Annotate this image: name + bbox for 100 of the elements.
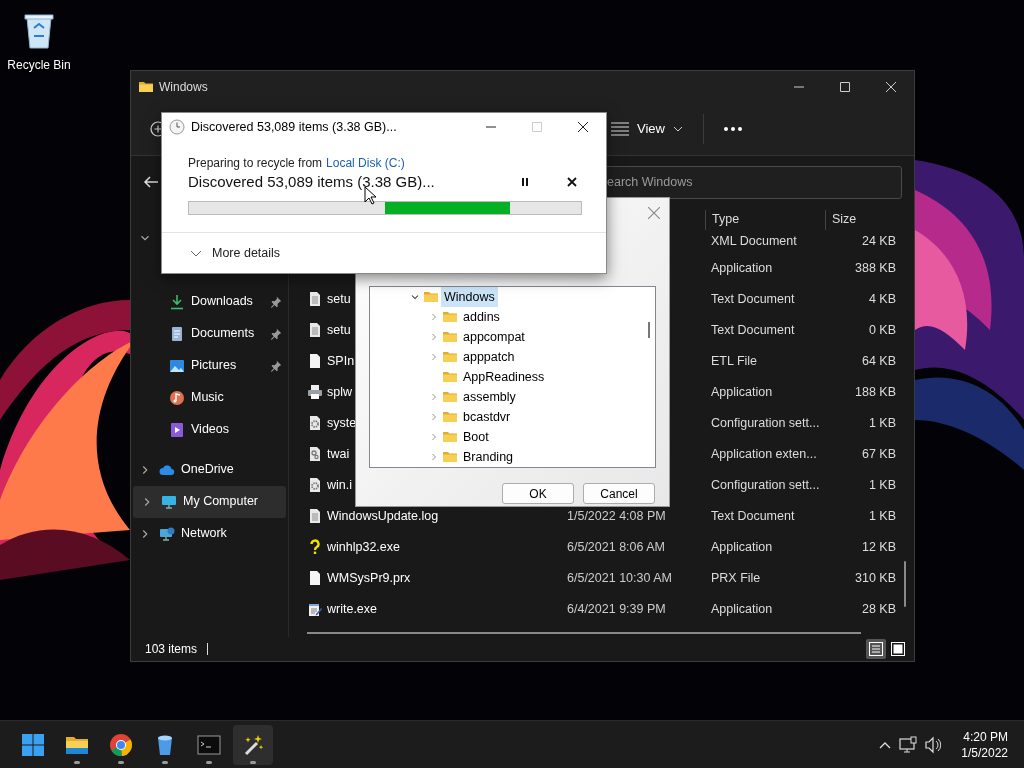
file-name[interactable]: WMSysPr9.prx [327,568,411,588]
source-link[interactable]: Local Disk (C:) [326,154,405,172]
nav-label: Documents [191,325,255,343]
nav-label: My Computer [183,493,259,511]
pause-icon[interactable] [520,177,530,187]
column-header[interactable]: Type [712,210,740,229]
size-cell-text: 310 KB [854,569,896,587]
nav-item[interactable]: Downloads [131,285,288,318]
folder-icon [138,79,154,95]
type-cell-text: Application [710,600,774,618]
list-icon[interactable] [611,121,630,136]
picture-icon [169,357,185,374]
tree-item[interactable]: appcompat [460,326,528,348]
nav-item[interactable]: My Computer [133,485,286,518]
window-title: Windows [159,79,208,96]
terminal-icon[interactable] [197,732,221,757]
tree-item[interactable]: addins [460,306,503,328]
file-name[interactable]: winhlp32.exe [327,537,400,557]
tree-item[interactable]: apppatch [460,346,518,368]
column-header[interactable]: Size [832,210,857,229]
size-cell-text: 1 KB [867,507,896,525]
icon-label[interactable]: Recycle Bin [7,56,71,74]
type-cell-text: Text Document [710,321,796,339]
nav-item[interactable]: Network [131,517,288,550]
folder-icon [442,429,458,445]
dialog-button[interactable]: OK [502,483,574,504]
type-cell-text: Configuration sett... [710,414,821,432]
maximize-icon[interactable] [840,82,850,92]
clock-icon [169,119,185,135]
file-name[interactable]: splw [327,382,352,402]
file-name[interactable]: setu [327,289,351,309]
gear-file-icon [307,446,323,463]
item-count: 103 items [145,641,198,659]
tree-item[interactable]: bcastdvr [460,406,514,428]
folder-icon [442,409,458,425]
text-file-icon [307,508,323,525]
nav-item[interactable]: Documents [131,317,288,350]
network-icon [159,525,175,542]
chevron-up-icon[interactable] [879,740,892,749]
taskbar-button[interactable] [233,724,273,765]
type-cell-text: XML Document [710,233,798,251]
file-name[interactable]: SPIn [327,351,355,371]
dialog-title: Discovered 53,089 items (3.38 GB)... [191,118,397,136]
windows-logo-icon[interactable] [21,732,45,757]
file-icon [307,570,323,587]
horizontal-scrollbar[interactable] [307,631,861,634]
monitor-icon [161,493,177,510]
nav-label: OneDrive [181,461,234,479]
document-icon [169,325,185,342]
speaker-icon[interactable] [925,735,942,754]
more-icon[interactable] [724,126,742,131]
folder-icon [442,309,458,325]
nav-label: Videos [191,421,229,439]
view-button[interactable]: View [605,115,689,143]
tree-item[interactable]: assembly [460,386,519,408]
file-name[interactable]: setu [327,320,351,340]
file-name[interactable]: write.exe [327,599,378,619]
tree-item[interactable]: Branding [460,446,517,467]
caret-icon[interactable] [673,125,683,132]
question-mark-icon [307,539,323,556]
file-icon [307,353,323,370]
size-cell-text: 1 KB [867,476,896,494]
more-details-button[interactable]: More details [190,244,281,263]
close-icon[interactable] [578,122,588,132]
close-icon[interactable] [567,177,577,187]
chevron-icon[interactable] [190,250,202,257]
folder-icon [442,369,458,385]
date-cell: 6/5/2021 8:06 AM [567,539,665,554]
nav-item[interactable]: Music [131,381,288,414]
nav-label: Downloads [191,293,253,311]
notepad-icon [307,601,323,618]
clock[interactable]: 4:20 PM 1/5/2022 [961,728,1008,761]
tree-item[interactable]: Boot [460,426,492,448]
file-name[interactable]: WindowsUpdate.log [327,506,439,526]
source-label: Preparing to recycle from [188,155,323,172]
size-cell-text: 1 KB [867,414,896,432]
nav-label: Music [191,389,224,407]
folder-icon [442,329,458,345]
network-icon[interactable] [899,736,918,753]
tree-item[interactable]: AppReadiness [460,366,548,388]
size-cell-text: 12 KB [860,538,896,556]
nav-item[interactable]: Videos [131,413,288,446]
nav-item[interactable]: OneDrive [131,453,288,486]
clock-time: 4:20 PM [963,728,1008,745]
folder-icon [442,449,458,465]
nav-item[interactable]: Pictures [131,349,288,382]
folder-icon [442,389,458,405]
dialog-button[interactable]: Cancel [583,483,655,504]
file-name[interactable]: win.i [327,475,352,495]
folder-icon [442,349,458,365]
scrollbar-thumb[interactable] [904,560,906,607]
gear-file-icon [307,415,323,432]
browser-icon[interactable] [109,732,133,757]
type-cell-text: Configuration sett... [710,476,821,494]
type-cell-text: Application exten... [710,445,818,463]
size-cell-text: 4 KB [867,290,896,308]
file-name[interactable]: twai [327,444,350,464]
file-name[interactable]: syste [327,413,357,433]
tree-item[interactable]: Windows [441,287,498,308]
scrollbar-thumb[interactable] [648,322,650,338]
